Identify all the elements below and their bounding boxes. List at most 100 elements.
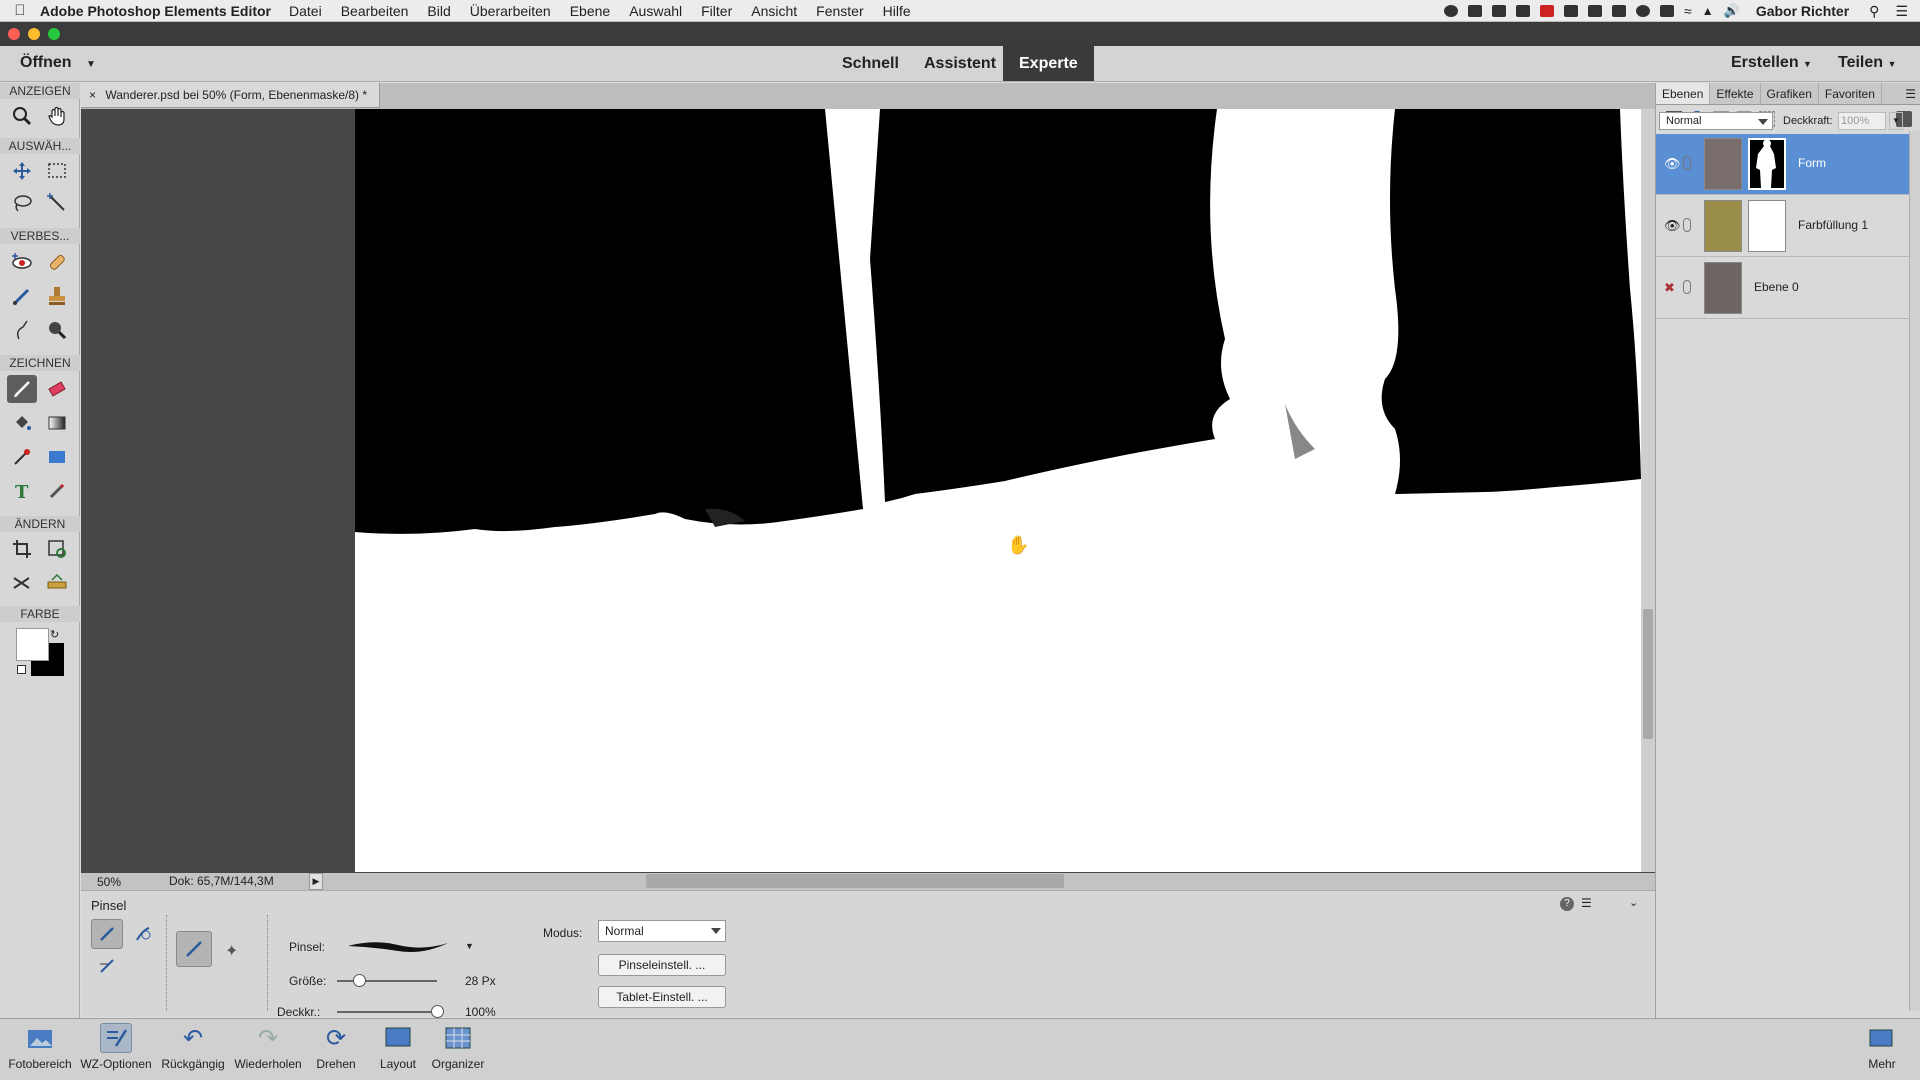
pencil-tool-icon[interactable] — [42, 477, 72, 505]
create-button[interactable]: Erstellen ▼ — [1731, 54, 1812, 72]
time-machine-icon[interactable] — [1636, 5, 1651, 17]
menu-ansicht[interactable]: Ansicht — [751, 3, 797, 19]
airbrush-icon[interactable]: ✦ — [225, 941, 238, 961]
zoom-level[interactable]: 50% — [97, 875, 121, 889]
marquee-tool-icon[interactable] — [42, 157, 72, 185]
hand-tool-icon[interactable] — [42, 102, 72, 130]
text-tool-icon[interactable]: T — [7, 477, 37, 505]
recompose-tool-icon[interactable] — [42, 535, 72, 563]
horizontal-scroll-thumb[interactable] — [646, 874, 1064, 888]
layer-row-ebene-0[interactable]: ✖ Ebene 0 — [1656, 258, 1909, 319]
link-icon[interactable] — [1683, 280, 1691, 294]
document-tab[interactable]: × Wanderer.psd bei 50% (Form, Ebenenmask… — [81, 83, 381, 108]
wifi-icon[interactable]: ≈ — [1684, 3, 1692, 19]
foreground-color-swatch[interactable] — [16, 628, 49, 661]
vertical-scroll-thumb[interactable] — [1643, 609, 1653, 739]
airplay-icon[interactable] — [1612, 5, 1627, 17]
minimize-window-button[interactable] — [28, 28, 40, 40]
notification-list-icon[interactable]: ☰ — [1895, 3, 1908, 20]
tablet-settings-button[interactable]: Tablet-Einstell. ... — [598, 986, 726, 1008]
search-icon[interactable]: ⚲ — [1869, 3, 1879, 20]
close-tab-icon[interactable]: × — [89, 88, 96, 102]
layer-mask-thumbnail[interactable] — [1748, 200, 1786, 252]
vertical-scrollbar[interactable] — [1641, 109, 1655, 872]
options-menu-icon[interactable]: ☰ — [1581, 896, 1592, 910]
layer-opacity-field[interactable]: 100% — [1838, 112, 1886, 130]
crop-tool-icon[interactable] — [7, 535, 37, 563]
mode-experte[interactable]: Experte — [1003, 46, 1094, 81]
opacity-slider-knob[interactable] — [431, 1005, 444, 1018]
home-icon[interactable] — [1588, 5, 1603, 17]
mode-assistent[interactable]: Assistent — [908, 46, 1012, 81]
size-slider-track[interactable] — [337, 980, 437, 982]
undo-button[interactable]: ↶ Rückgängig — [158, 1023, 228, 1072]
link-icon[interactable] — [1683, 156, 1691, 170]
sponge-tool-icon[interactable] — [42, 316, 72, 344]
clone-stamp-icon[interactable] — [42, 282, 72, 310]
redo-button[interactable]: ↷ Wiederholen — [232, 1023, 304, 1072]
brush-preset-dropdown-icon[interactable]: ▼ — [465, 941, 474, 951]
move-tool-icon[interactable] — [7, 157, 37, 185]
rotate-button[interactable]: ⟳ Drehen — [310, 1023, 362, 1072]
eyedropper-icon[interactable] — [7, 443, 37, 471]
menu-hilfe[interactable]: Hilfe — [883, 3, 911, 19]
swap-colors-icon[interactable]: ↻ — [50, 628, 59, 641]
brush-tool-icon[interactable] — [7, 375, 37, 403]
tab-favoriten[interactable]: Favoriten — [1819, 83, 1882, 104]
airbrush-off-button[interactable] — [176, 931, 212, 967]
paint-bucket-icon[interactable] — [7, 409, 37, 437]
magic-wand-icon[interactable] — [42, 189, 72, 217]
zoom-tool-icon[interactable] — [7, 102, 37, 130]
cloud-icon[interactable] — [1492, 5, 1507, 17]
layer-mask-thumbnail[interactable] — [1748, 138, 1786, 190]
blend-mode-select[interactable]: Normal — [598, 920, 726, 942]
menu-filter[interactable]: Filter — [701, 3, 732, 19]
panel-scrollbar[interactable] — [1909, 131, 1920, 1011]
collapse-options-icon[interactable]: ⌄ — [1629, 896, 1638, 909]
bluetooth-icon[interactable] — [1660, 5, 1675, 17]
close-window-button[interactable] — [8, 28, 20, 40]
blur-tool-icon[interactable] — [7, 316, 37, 344]
open-button[interactable]: Öffnen ▼ — [20, 54, 96, 72]
menu-bild[interactable]: Bild — [427, 3, 450, 19]
app-name-menu[interactable]: Adobe Photoshop Elements Editor — [40, 3, 271, 19]
record-icon[interactable] — [1444, 5, 1459, 17]
status-menu-arrow-icon[interactable]: ▶ — [309, 873, 323, 890]
menu-fenster[interactable]: Fenster — [816, 3, 863, 19]
volume-icon[interactable]: 🔊 — [1724, 3, 1740, 19]
opacity-slider-track[interactable] — [337, 1011, 437, 1013]
opacity-dropdown-icon[interactable]: ▼ — [1889, 112, 1903, 130]
layer-row-form[interactable]: 👁 Form — [1656, 134, 1909, 195]
tab-ebenen[interactable]: Ebenen — [1656, 83, 1711, 104]
eraser-tool-icon[interactable] — [42, 375, 72, 403]
hidden-eye-icon[interactable]: ✖ — [1664, 280, 1678, 295]
drive-icon[interactable] — [1564, 5, 1579, 17]
smart-brush-icon[interactable] — [7, 282, 37, 310]
lasso-tool-icon[interactable] — [7, 189, 37, 217]
panel-menu-icon[interactable]: ☰ — [1905, 83, 1920, 104]
image-canvas[interactable]: ✋ — [355, 109, 1641, 872]
evernote-icon[interactable] — [1516, 5, 1531, 17]
shape-tool-icon[interactable] — [42, 443, 72, 471]
layer-row-farbfuellung[interactable]: 👁 Farbfüllung 1 — [1656, 196, 1909, 257]
help-icon[interactable]: ? — [1560, 897, 1574, 911]
eject-icon[interactable]: ▲ — [1702, 4, 1714, 18]
organizer-button[interactable]: Organizer — [428, 1023, 488, 1071]
mode-schnell[interactable]: Schnell — [826, 46, 915, 81]
zoom-window-button[interactable] — [48, 28, 60, 40]
brush-preset-picker[interactable] — [343, 931, 453, 961]
share-button[interactable]: Teilen ▼ — [1838, 54, 1896, 72]
user-name[interactable]: Gabor Richter — [1756, 3, 1849, 19]
menu-ueberarbeiten[interactable]: Überarbeiten — [470, 3, 551, 19]
impressionist-brush-button[interactable] — [127, 919, 159, 949]
menu-auswahl[interactable]: Auswahl — [629, 3, 682, 19]
gradient-tool-icon[interactable] — [42, 409, 72, 437]
content-aware-move-icon[interactable] — [7, 569, 37, 597]
visibility-eye-icon[interactable]: 👁 — [1664, 156, 1681, 171]
size-slider-knob[interactable] — [353, 974, 366, 987]
healing-brush-icon[interactable] — [42, 248, 72, 276]
brush-mode-button[interactable] — [91, 919, 123, 949]
link-icon[interactable] — [1683, 218, 1691, 232]
brush-settings-button[interactable]: Pinseleinstell. ... — [598, 954, 726, 976]
layout-button[interactable]: Layout — [372, 1023, 424, 1071]
